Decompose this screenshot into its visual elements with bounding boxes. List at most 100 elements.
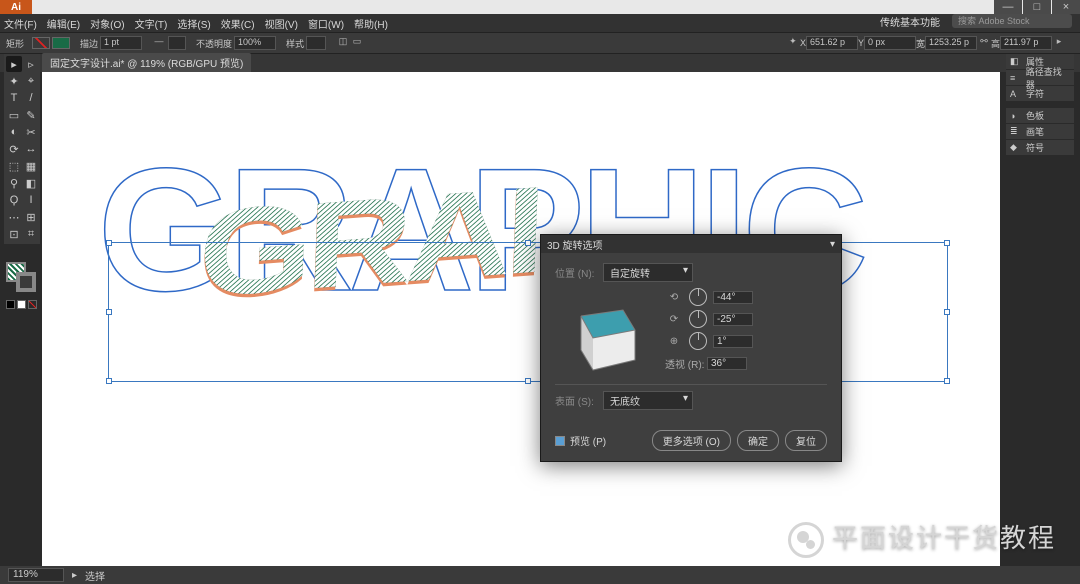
axis-z-input[interactable]: 1° [713, 335, 753, 348]
paint-brush-tool[interactable]: ✎ [23, 107, 39, 123]
vsp-dd[interactable] [168, 36, 186, 50]
align2-icon[interactable]: ▭ [350, 36, 364, 50]
fill-stroke-control[interactable] [6, 262, 38, 302]
panel-label: 画笔 [1026, 125, 1044, 138]
scissors-tool[interactable]: ✂ [23, 124, 39, 140]
axis-x-knob[interactable] [689, 288, 707, 306]
opacity-field[interactable]: 100% [234, 36, 276, 50]
dialog-3d-rotate: 3D 旋转选项 ▾ 位置 (N): 自定旋转 ⟲-44° ⟳-25° ⊕1° 透… [540, 234, 842, 462]
menu-file[interactable]: 文件(F) [4, 16, 37, 31]
surface-dropdown[interactable]: 无底纹 [603, 391, 693, 410]
cube-preview[interactable] [555, 288, 651, 378]
status-nav[interactable]: ▸ [72, 570, 77, 581]
rotate-tool[interactable]: ⟳ [6, 141, 22, 157]
axis-z-icon: ⊕ [665, 336, 683, 347]
h-field[interactable]: 211.97 p [1000, 36, 1052, 50]
menu-help[interactable]: 帮助(H) [354, 16, 388, 31]
more-options-button[interactable]: 更多选项 (O) [652, 430, 731, 451]
blend-tool[interactable]: Ϙ [6, 192, 22, 208]
panel-brushes[interactable]: ≣画笔 [1006, 124, 1074, 140]
axis-z-knob[interactable] [689, 332, 707, 350]
tool-panel: ▸ ▹ ✦ ⌖ T / ▭ ✎ ◐ ✂ ⟳ ↔ ⬚ ▦ ⚲ ◧ Ϙ I ⋯ ⊞ … [4, 54, 40, 244]
w-field[interactable]: 1253.25 p [925, 36, 977, 50]
scale-tool[interactable]: ↔ [23, 141, 39, 157]
doc-tab[interactable]: 固定文字设计.ai* @ 119% (RGB/GPU 预览) [42, 53, 251, 72]
magic-wand-tool[interactable]: ✦ [6, 73, 22, 89]
y-field[interactable]: 0 px [864, 36, 916, 50]
lasso-tool[interactable]: ⌖ [23, 73, 39, 89]
panel-pathfinder[interactable]: ≡路径查找器 [1006, 70, 1074, 86]
status-bar: 119% ▸ 选择 [0, 566, 1080, 584]
more-icon[interactable]: ▸ [1052, 36, 1066, 50]
selection-kind-label: 矩形 [6, 37, 24, 50]
menu-select[interactable]: 选择(S) [177, 16, 210, 31]
axis-y-icon: ⟳ [665, 314, 683, 325]
hand-tool[interactable]: ⌗ [23, 226, 39, 242]
axis-y-input[interactable]: -25° [713, 313, 753, 326]
reset-button[interactable]: 复位 [785, 430, 827, 451]
wechat-icon [788, 522, 824, 558]
width-tool[interactable]: ⬚ [6, 158, 22, 174]
panel-symbols[interactable]: ◆符号 [1006, 140, 1074, 156]
menu-type[interactable]: 文字(T) [135, 16, 168, 31]
axis-x-input[interactable]: -44° [713, 291, 753, 304]
perspective-input[interactable]: 36° [707, 357, 747, 370]
eyedropper-tool[interactable]: ⚲ [6, 175, 22, 191]
dialog-menu-icon[interactable]: ▾ [830, 239, 835, 250]
gradient-tool[interactable]: ◧ [23, 175, 39, 191]
color-chip[interactable] [17, 300, 26, 309]
workspace-switcher[interactable]: 传统基本功能 [880, 14, 940, 29]
position-label: 位置 (N): [555, 265, 603, 280]
stroke-label: 描边 [80, 37, 98, 50]
x-field[interactable]: 651.62 p [806, 36, 858, 50]
status-sel: 选择 [85, 568, 105, 583]
transform-icon[interactable]: ✦ [786, 36, 800, 50]
selection-tool[interactable]: ▸ [6, 56, 22, 72]
panel-label: 字符 [1026, 87, 1044, 100]
direct-selection-tool[interactable]: ▹ [23, 56, 39, 72]
stroke-chip[interactable] [16, 272, 36, 292]
dialog-title: 3D 旋转选项 [547, 237, 603, 252]
axis-y-knob[interactable] [689, 310, 707, 328]
rectangle-tool[interactable]: ▭ [6, 107, 22, 123]
menu-effect[interactable]: 效果(C) [221, 16, 255, 31]
close-button[interactable]: × [1052, 0, 1080, 14]
style-field[interactable] [306, 36, 326, 50]
preview-checkbox[interactable] [555, 436, 565, 446]
menu-object[interactable]: 对象(O) [90, 16, 124, 31]
artboard-tool[interactable]: ⊞ [23, 209, 39, 225]
link-wh-icon[interactable]: ⚯ [977, 36, 991, 50]
document-tabs: 固定文字设计.ai* @ 119% (RGB/GPU 预览) [0, 54, 1080, 72]
pathfinder-icon: ≡ [1010, 73, 1022, 83]
panel-label: 色板 [1026, 109, 1044, 122]
menu-view[interactable]: 视图(V) [265, 16, 298, 31]
app-icon: Ai [0, 0, 32, 14]
stroke-weight-field[interactable]: 1 pt [100, 36, 142, 50]
symbol-sprayer-tool[interactable]: I [23, 192, 39, 208]
preview-checkbox-label[interactable]: 预览 (P) [570, 433, 606, 448]
maximize-button[interactable]: □ [1023, 0, 1051, 14]
menu-window[interactable]: 窗口(W) [308, 16, 344, 31]
align-icon[interactable]: ◫ [336, 36, 350, 50]
fill-swatch[interactable] [32, 37, 50, 49]
slice-tool[interactable]: ⊡ [6, 226, 22, 242]
line-tool[interactable]: / [23, 90, 39, 106]
none-chip[interactable] [28, 300, 37, 309]
window-controls: — □ × [993, 0, 1080, 14]
vsp-icon[interactable]: — [152, 36, 166, 50]
stroke-swatch[interactable] [52, 37, 70, 49]
column-graph-tool[interactable]: ⋯ [6, 209, 22, 225]
free-transform-tool[interactable]: ▦ [23, 158, 39, 174]
zoom-field[interactable]: 119% [8, 568, 64, 582]
position-dropdown[interactable]: 自定旋转 [603, 263, 693, 282]
shape-builder-tool[interactable]: ◐ [6, 124, 22, 140]
minimize-button[interactable]: — [994, 0, 1022, 14]
axis-x-icon: ⟲ [665, 292, 683, 303]
menu-edit[interactable]: 编辑(E) [47, 16, 80, 31]
search-input[interactable]: 搜索 Adobe Stock [952, 14, 1072, 28]
w-label: 宽 [916, 37, 925, 50]
type-tool[interactable]: T [6, 90, 22, 106]
color-chip[interactable] [6, 300, 15, 309]
ok-button[interactable]: 确定 [737, 430, 779, 451]
panel-swatches[interactable]: ◑色板 [1006, 108, 1074, 124]
